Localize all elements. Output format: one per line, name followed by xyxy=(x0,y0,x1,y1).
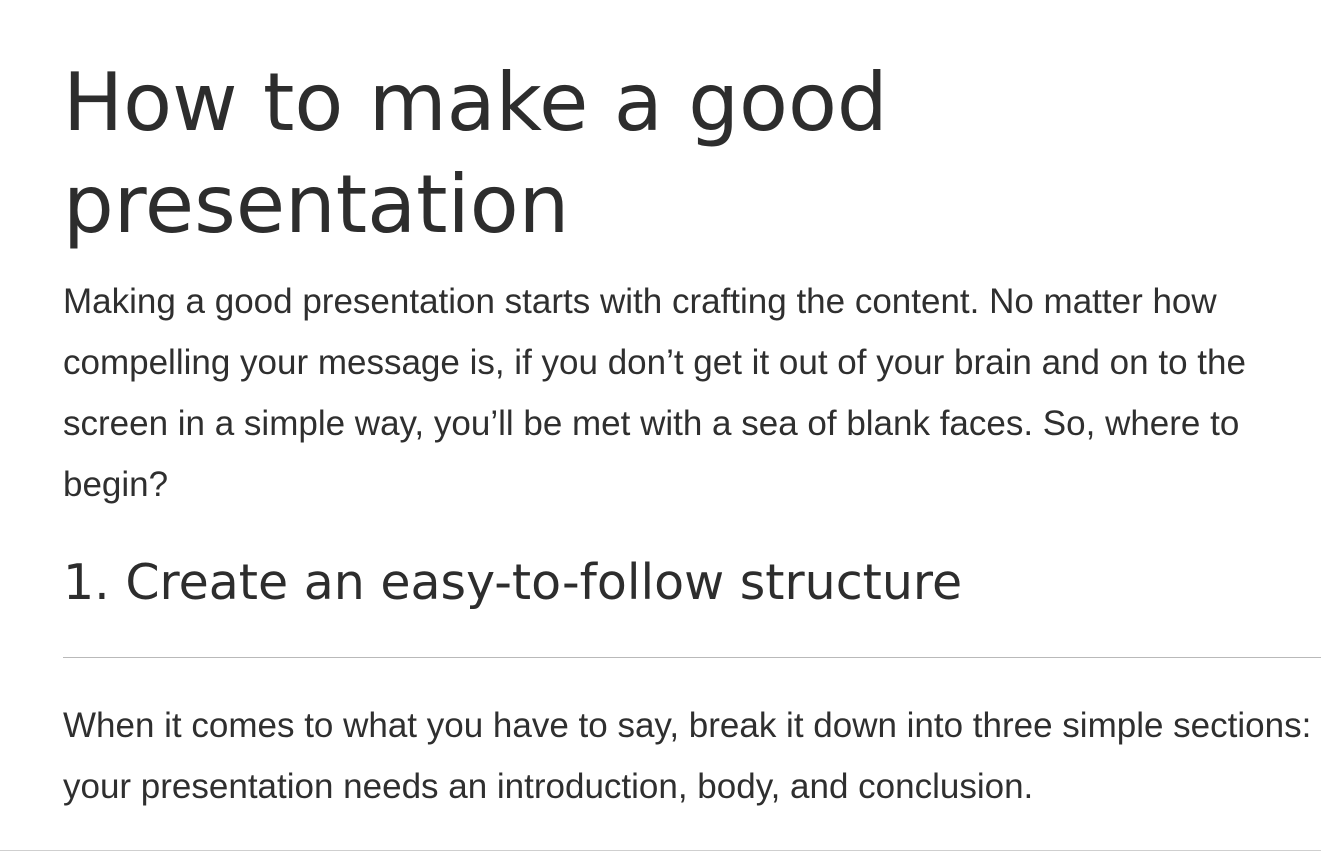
page-title: How to make a good presentation xyxy=(63,56,888,251)
page-bottom-border xyxy=(0,850,1321,851)
intro-paragraph: Making a good presentation starts with c… xyxy=(63,282,1246,504)
section-heading: 1. Create an easy-to-follow structure xyxy=(63,554,963,611)
section-body-paragraph: When it comes to what you have to say, b… xyxy=(63,706,1312,806)
section-divider xyxy=(63,657,1321,658)
